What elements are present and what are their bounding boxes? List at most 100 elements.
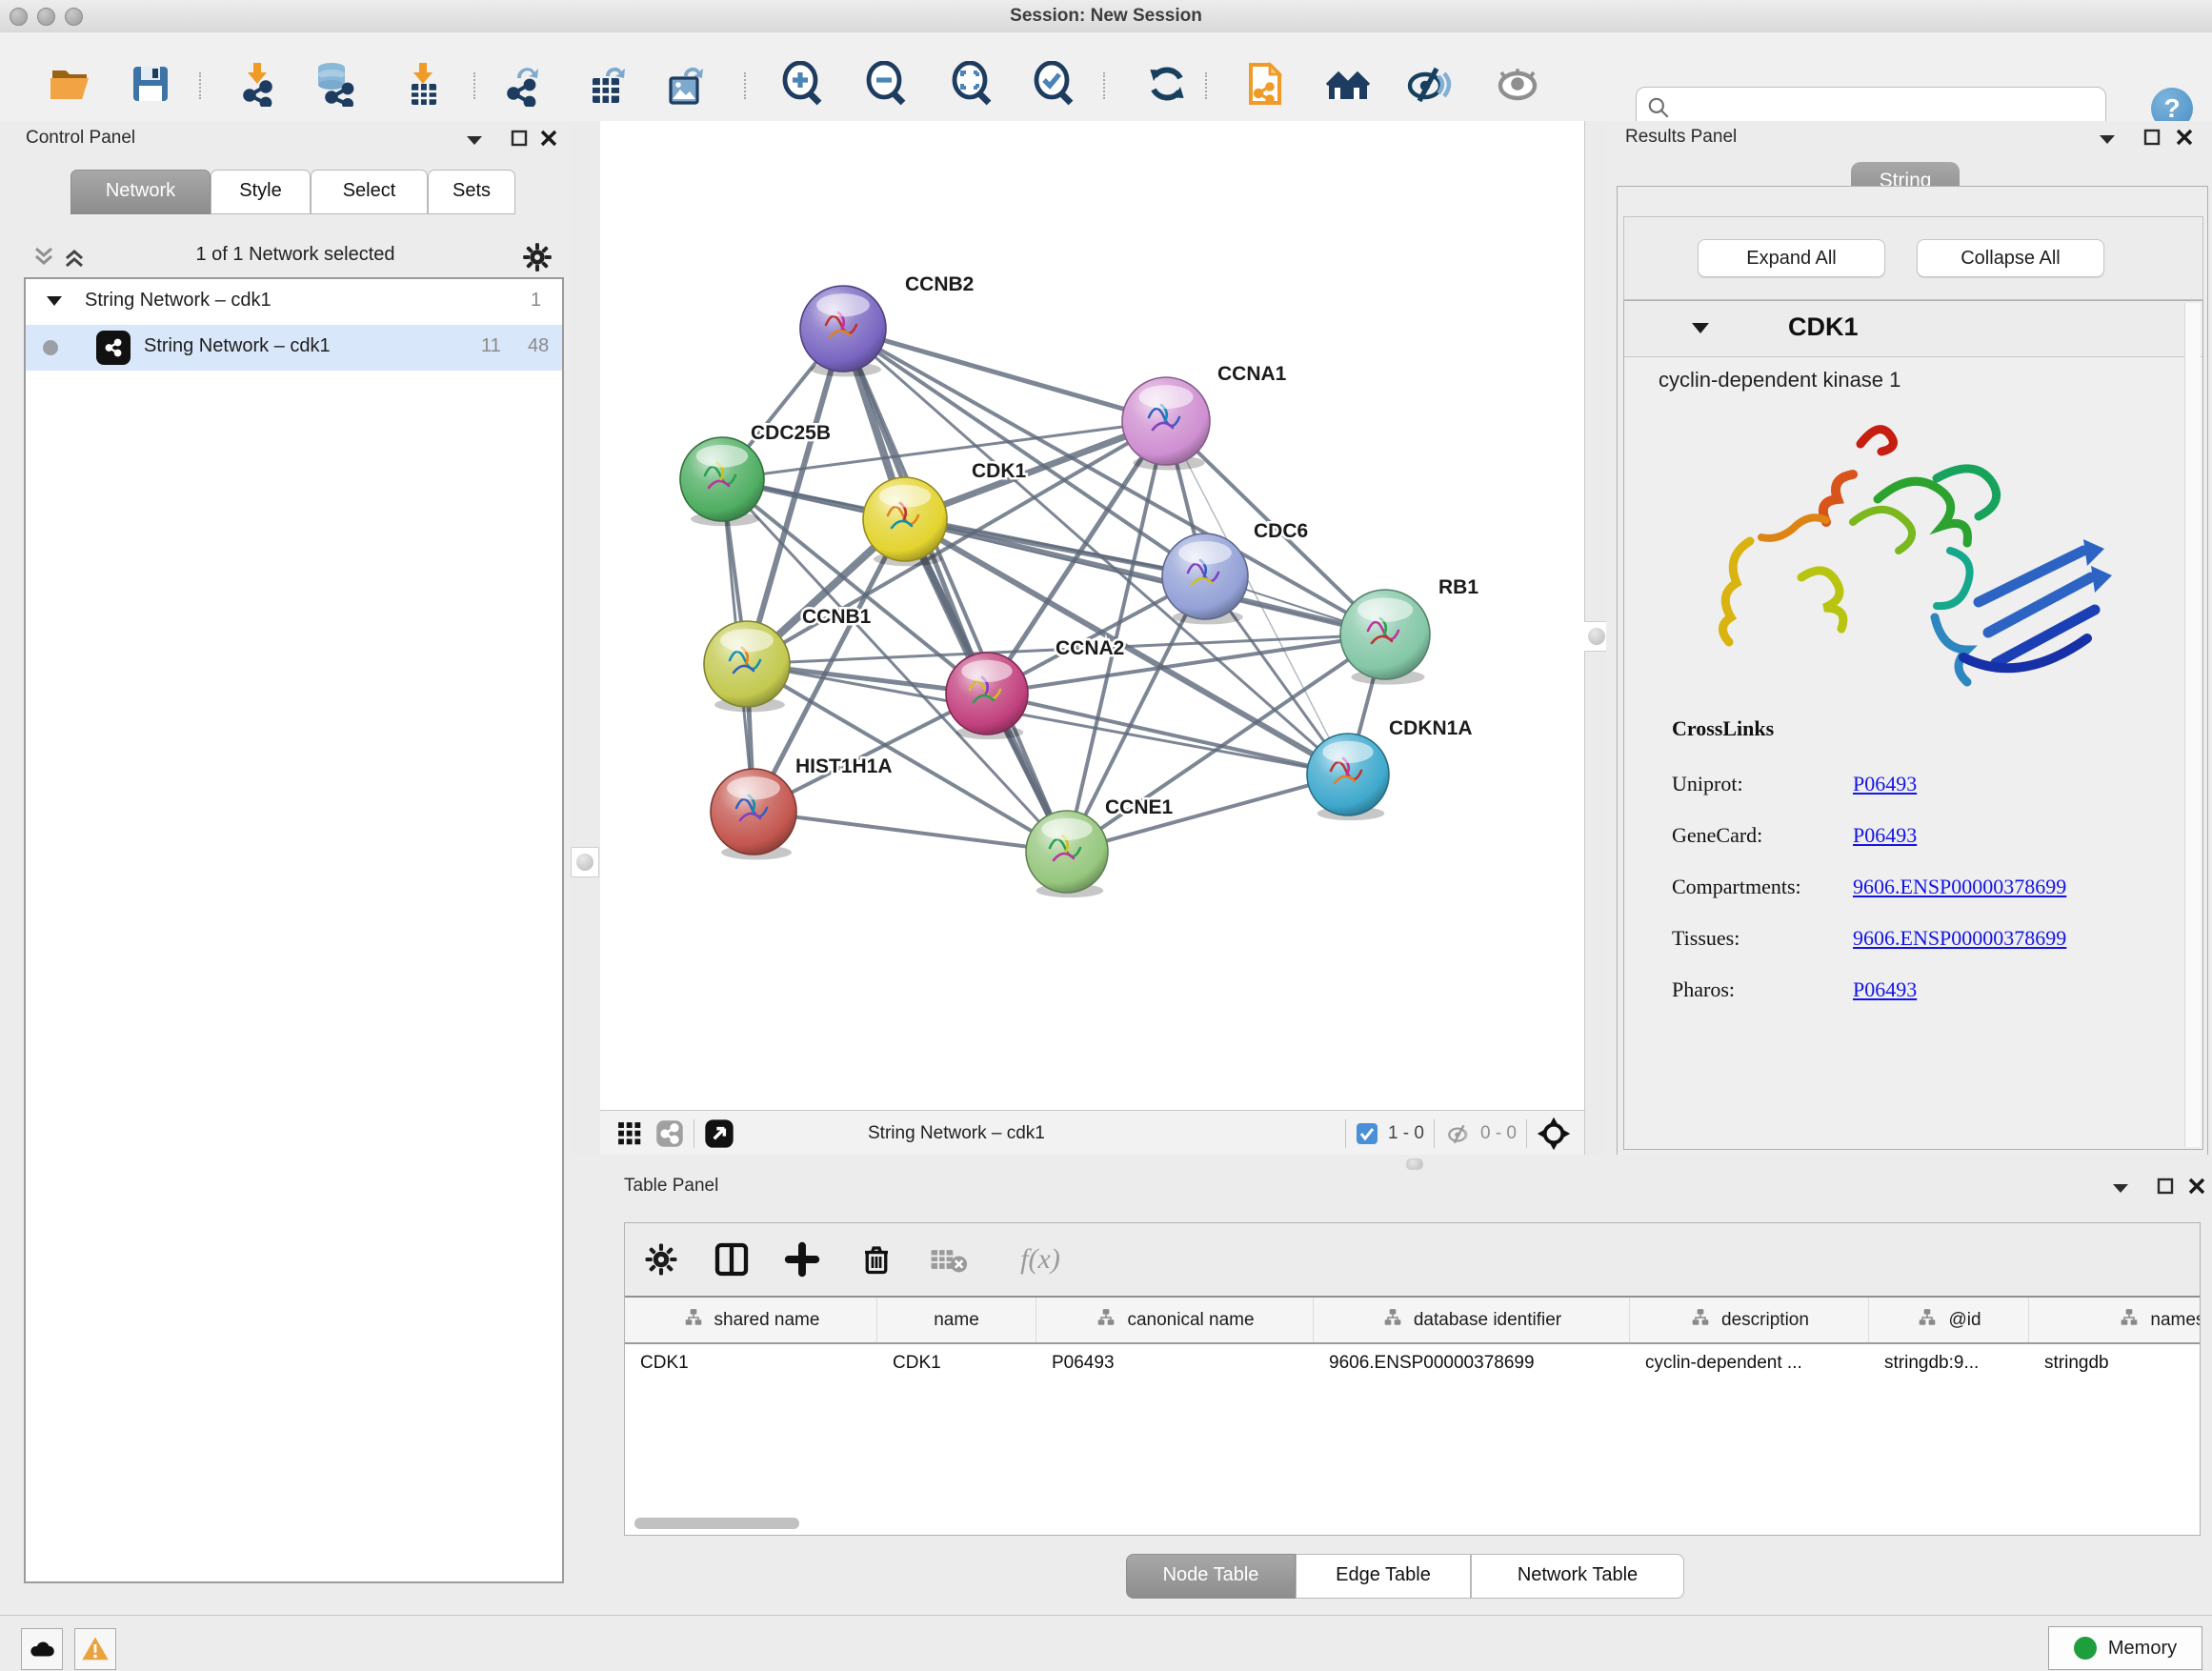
- tab-network[interactable]: Network: [70, 170, 211, 214]
- create-column-button[interactable]: [779, 1237, 825, 1282]
- panel-close-icon[interactable]: [540, 130, 557, 147]
- table-splitter[interactable]: [600, 1155, 2212, 1170]
- tab-select[interactable]: Select: [311, 170, 428, 214]
- search-input[interactable]: [1671, 96, 2075, 119]
- tab-node-table[interactable]: Node Table: [1126, 1554, 1296, 1599]
- node-table[interactable]: shared namenamecanonical namedatabase id…: [625, 1298, 2200, 1535]
- table-cell[interactable]: cyclin-dependent ...: [1630, 1344, 1869, 1382]
- export-network-button[interactable]: [498, 59, 548, 109]
- column-header-database-identifier[interactable]: database identifier: [1314, 1298, 1630, 1342]
- column-header-@id[interactable]: @id: [1869, 1298, 2029, 1342]
- panel-menu-icon[interactable]: [465, 134, 484, 146]
- node-CDKN1A[interactable]: CDKN1A: [1307, 717, 1473, 815]
- left-splitter[interactable]: [570, 121, 602, 1155]
- left-splitter-handle[interactable]: [571, 847, 599, 877]
- table-cell[interactable]: stringdb:9...: [1869, 1344, 2029, 1382]
- grid-view-icon[interactable]: [617, 1121, 642, 1146]
- node-RB1[interactable]: RB1: [1340, 576, 1478, 679]
- detach-view-icon[interactable]: [704, 1118, 734, 1149]
- show-hidden-button[interactable]: [1493, 59, 1542, 109]
- protein-card-header[interactable]: CDK1: [1624, 301, 2202, 357]
- delete-column-button[interactable]: [854, 1237, 899, 1282]
- column-header-namespace[interactable]: namespace: [2029, 1298, 2200, 1342]
- crosslink-label: GeneCard:: [1672, 823, 1853, 848]
- crosslink-link[interactable]: 9606.ENSP00000378699: [1853, 875, 2066, 899]
- panel-float-icon[interactable]: [2143, 129, 2161, 146]
- collapse-all-chevron-icon[interactable]: [31, 245, 56, 270]
- right-splitter[interactable]: [1584, 121, 1607, 1155]
- export-table-button[interactable]: [583, 59, 633, 109]
- expand-all-button[interactable]: Expand All: [1698, 239, 1885, 277]
- edge-HIST1H1A-CCNE1[interactable]: [754, 812, 1067, 852]
- import-network-file-button[interactable]: [232, 59, 282, 109]
- memory-button[interactable]: Memory: [2048, 1626, 2202, 1670]
- panel-menu-icon[interactable]: [2098, 133, 2117, 145]
- table-row[interactable]: CDK1CDK1P064939606.ENSP00000378699cyclin…: [625, 1344, 2200, 1382]
- panel-float-icon[interactable]: [511, 130, 528, 147]
- crosslink-link[interactable]: 9606.ENSP00000378699: [1853, 926, 2066, 951]
- column-header-canonical-name[interactable]: canonical name: [1036, 1298, 1314, 1342]
- table-cell[interactable]: P06493: [1036, 1344, 1314, 1382]
- table-cell[interactable]: CDK1: [625, 1344, 877, 1382]
- function-builder-button[interactable]: f(x): [1002, 1237, 1078, 1282]
- show-columns-button[interactable]: [709, 1237, 754, 1282]
- tab-network-table[interactable]: Network Table: [1471, 1554, 1684, 1599]
- gear-icon[interactable]: [521, 241, 553, 273]
- table-cell[interactable]: 9606.ENSP00000378699: [1314, 1344, 1630, 1382]
- table-cell[interactable]: stringdb: [2029, 1344, 2200, 1382]
- results-scrollbar[interactable]: [2184, 303, 2201, 1147]
- edge-CCNA1-CCNE1[interactable]: [1067, 421, 1166, 852]
- export-image-button[interactable]: [661, 59, 711, 109]
- import-table-button[interactable]: [398, 59, 448, 109]
- table-cell[interactable]: CDK1: [877, 1344, 1036, 1382]
- collapse-all-button[interactable]: Collapse All: [1917, 239, 2104, 277]
- zoom-out-button[interactable]: [861, 59, 911, 109]
- network-row-selected[interactable]: String Network – cdk1 11 48: [26, 325, 562, 371]
- node-CDC6[interactable]: CDC6: [1162, 520, 1308, 619]
- panel-float-icon[interactable]: [2157, 1178, 2174, 1195]
- apply-layout-button[interactable]: [1142, 59, 1192, 109]
- network-canvas[interactable]: CCNB2CCNA1CDC25BCDK1CDC6RB1CCNB1CCNA2CDK…: [600, 121, 1584, 1110]
- tab-style[interactable]: Style: [211, 170, 311, 214]
- column-header-description[interactable]: description: [1630, 1298, 1869, 1342]
- cloud-status-button[interactable]: [21, 1628, 63, 1670]
- network-collection-row[interactable]: String Network – cdk1 1: [26, 279, 562, 325]
- card-collapse-icon[interactable]: [1691, 322, 1710, 334]
- import-network-database-button[interactable]: [311, 59, 360, 109]
- selected-checkbox-icon[interactable]: [1356, 1122, 1378, 1145]
- tree-collapse-icon[interactable]: [47, 296, 62, 307]
- node-HIST1H1A[interactable]: HIST1H1A: [711, 755, 893, 855]
- open-session-button[interactable]: [45, 59, 94, 109]
- hide-unhide-button[interactable]: [1404, 59, 1454, 109]
- crosslink-link[interactable]: P06493: [1853, 772, 1917, 796]
- zoom-selected-button[interactable]: [1029, 59, 1078, 109]
- warning-status-button[interactable]: [74, 1628, 116, 1670]
- expand-all-chevron-icon[interactable]: [62, 245, 87, 270]
- table-splitter-handle[interactable]: [1406, 1158, 1423, 1170]
- edge-CCNA2-CDKN1A[interactable]: [987, 694, 1348, 775]
- column-header-name[interactable]: name: [877, 1298, 1036, 1342]
- string-compartments-button[interactable]: [1323, 59, 1373, 109]
- table-horizontal-scrollbar[interactable]: [634, 1518, 799, 1529]
- crosslink-link[interactable]: P06493: [1853, 823, 1917, 848]
- string-protein-query-button[interactable]: [1239, 59, 1289, 109]
- panel-close-icon[interactable]: [2188, 1178, 2205, 1195]
- string-document-icon: [1241, 61, 1287, 107]
- delete-table-button[interactable]: [926, 1237, 972, 1282]
- fit-selected-crosshair-icon[interactable]: [1537, 1117, 1571, 1151]
- network-thumbnail-icon[interactable]: [655, 1119, 684, 1148]
- node-CCNB1[interactable]: CCNB1: [704, 606, 872, 707]
- table-settings-button[interactable]: [638, 1237, 684, 1282]
- tab-edge-table[interactable]: Edge Table: [1296, 1554, 1471, 1599]
- panel-close-icon[interactable]: [2176, 129, 2193, 146]
- column-header-shared-name[interactable]: shared name: [625, 1298, 877, 1342]
- crosslink-link[interactable]: P06493: [1853, 977, 1917, 1002]
- save-session-button[interactable]: [126, 59, 175, 109]
- hidden-eye-icon[interactable]: [1444, 1121, 1473, 1146]
- zoom-in-button[interactable]: [777, 59, 827, 109]
- panel-menu-icon[interactable]: [2111, 1182, 2130, 1194]
- tab-sets[interactable]: Sets: [428, 170, 515, 214]
- node-CCNA1[interactable]: CCNA1: [1122, 363, 1287, 465]
- edge-CCNB2-CCNA1[interactable]: [843, 329, 1166, 421]
- zoom-fit-button[interactable]: [947, 59, 996, 109]
